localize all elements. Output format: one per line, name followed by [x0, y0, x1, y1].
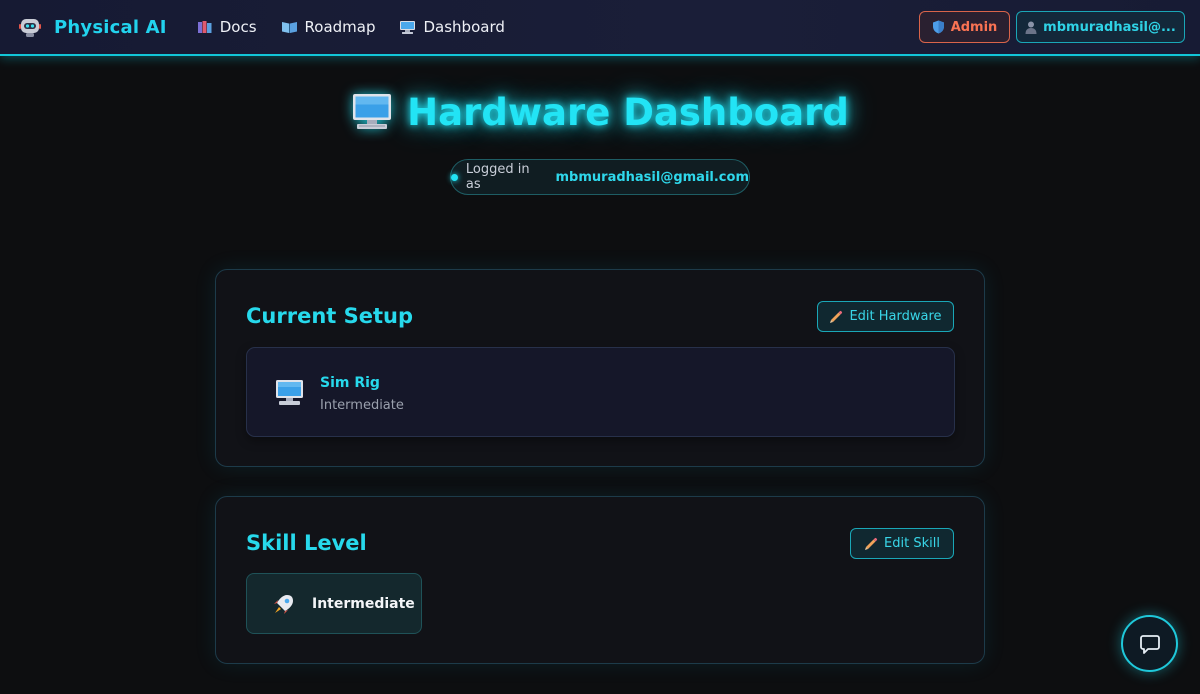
pencil-icon — [830, 310, 843, 323]
edit-skill-label: Edit Skill — [884, 536, 940, 551]
logged-in-email: mbmuradhasil@gmail.com — [555, 169, 749, 185]
nav-docs[interactable]: Docs — [197, 18, 257, 36]
current-setup-title: Current Setup — [246, 304, 414, 328]
monitor-icon — [276, 380, 303, 405]
logged-in-badge: Logged in as mbmuradhasil@gmail.com — [450, 159, 750, 195]
skill-level-card: Skill Level Edit Skill Intermediate — [215, 496, 985, 664]
navbar: Physical AI Docs Roadmap Dashboard Admin… — [0, 0, 1200, 56]
nav-roadmap[interactable]: Roadmap — [281, 18, 376, 36]
edit-skill-button[interactable]: Edit Skill — [850, 528, 954, 559]
books-icon — [197, 21, 212, 33]
user-menu-label: mbmuradhasil@... — [1043, 19, 1176, 35]
nav-docs-label: Docs — [219, 18, 257, 36]
admin-button[interactable]: Admin — [919, 11, 1010, 43]
nav-dashboard[interactable]: Dashboard — [399, 18, 505, 36]
open-book-icon — [281, 22, 297, 33]
page-title: Hardware Dashboard — [407, 90, 849, 134]
monitor-icon — [400, 21, 416, 34]
chat-button[interactable] — [1121, 615, 1178, 672]
nav-links: Docs Roadmap Dashboard — [197, 18, 529, 36]
monitor-icon — [353, 94, 392, 129]
skill-level-value: Intermediate — [312, 595, 415, 612]
user-icon — [1025, 21, 1037, 34]
current-setup-card: Current Setup Edit Hardware Sim Rig Inte… — [215, 269, 985, 467]
brand-link[interactable]: Physical AI — [18, 15, 167, 39]
status-dot — [451, 173, 458, 181]
brand-title: Physical AI — [54, 16, 167, 38]
rocket-icon — [274, 594, 293, 614]
shield-icon — [932, 20, 944, 34]
logged-in-prefix: Logged in as — [465, 162, 530, 192]
user-menu-button[interactable]: mbmuradhasil@... — [1016, 11, 1185, 43]
hardware-item: Sim Rig Intermediate — [246, 347, 955, 437]
page-header: Hardware Dashboard — [0, 86, 1200, 138]
edit-hardware-button[interactable]: Edit Hardware — [817, 301, 954, 332]
nav-dashboard-label: Dashboard — [423, 18, 505, 36]
admin-button-label: Admin — [950, 19, 998, 35]
hardware-name: Sim Rig — [320, 375, 380, 391]
chat-bubble-icon — [1139, 634, 1160, 654]
skill-level-title: Skill Level — [246, 531, 367, 555]
pencil-icon — [865, 537, 878, 550]
hardware-level: Intermediate — [320, 398, 404, 413]
robot-icon — [18, 15, 42, 39]
edit-hardware-label: Edit Hardware — [849, 309, 942, 324]
nav-roadmap-label: Roadmap — [304, 18, 376, 36]
nav-right: Admin mbmuradhasil@... — [919, 11, 1185, 43]
skill-level-chip: Intermediate — [246, 573, 422, 634]
